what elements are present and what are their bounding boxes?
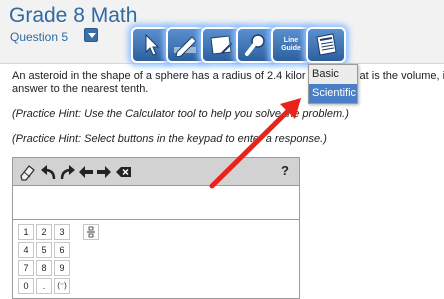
annotation-arrow-icon <box>209 98 301 189</box>
test-page: Grade 8 Math Question 5 Line Guide An as… <box>0 0 444 299</box>
